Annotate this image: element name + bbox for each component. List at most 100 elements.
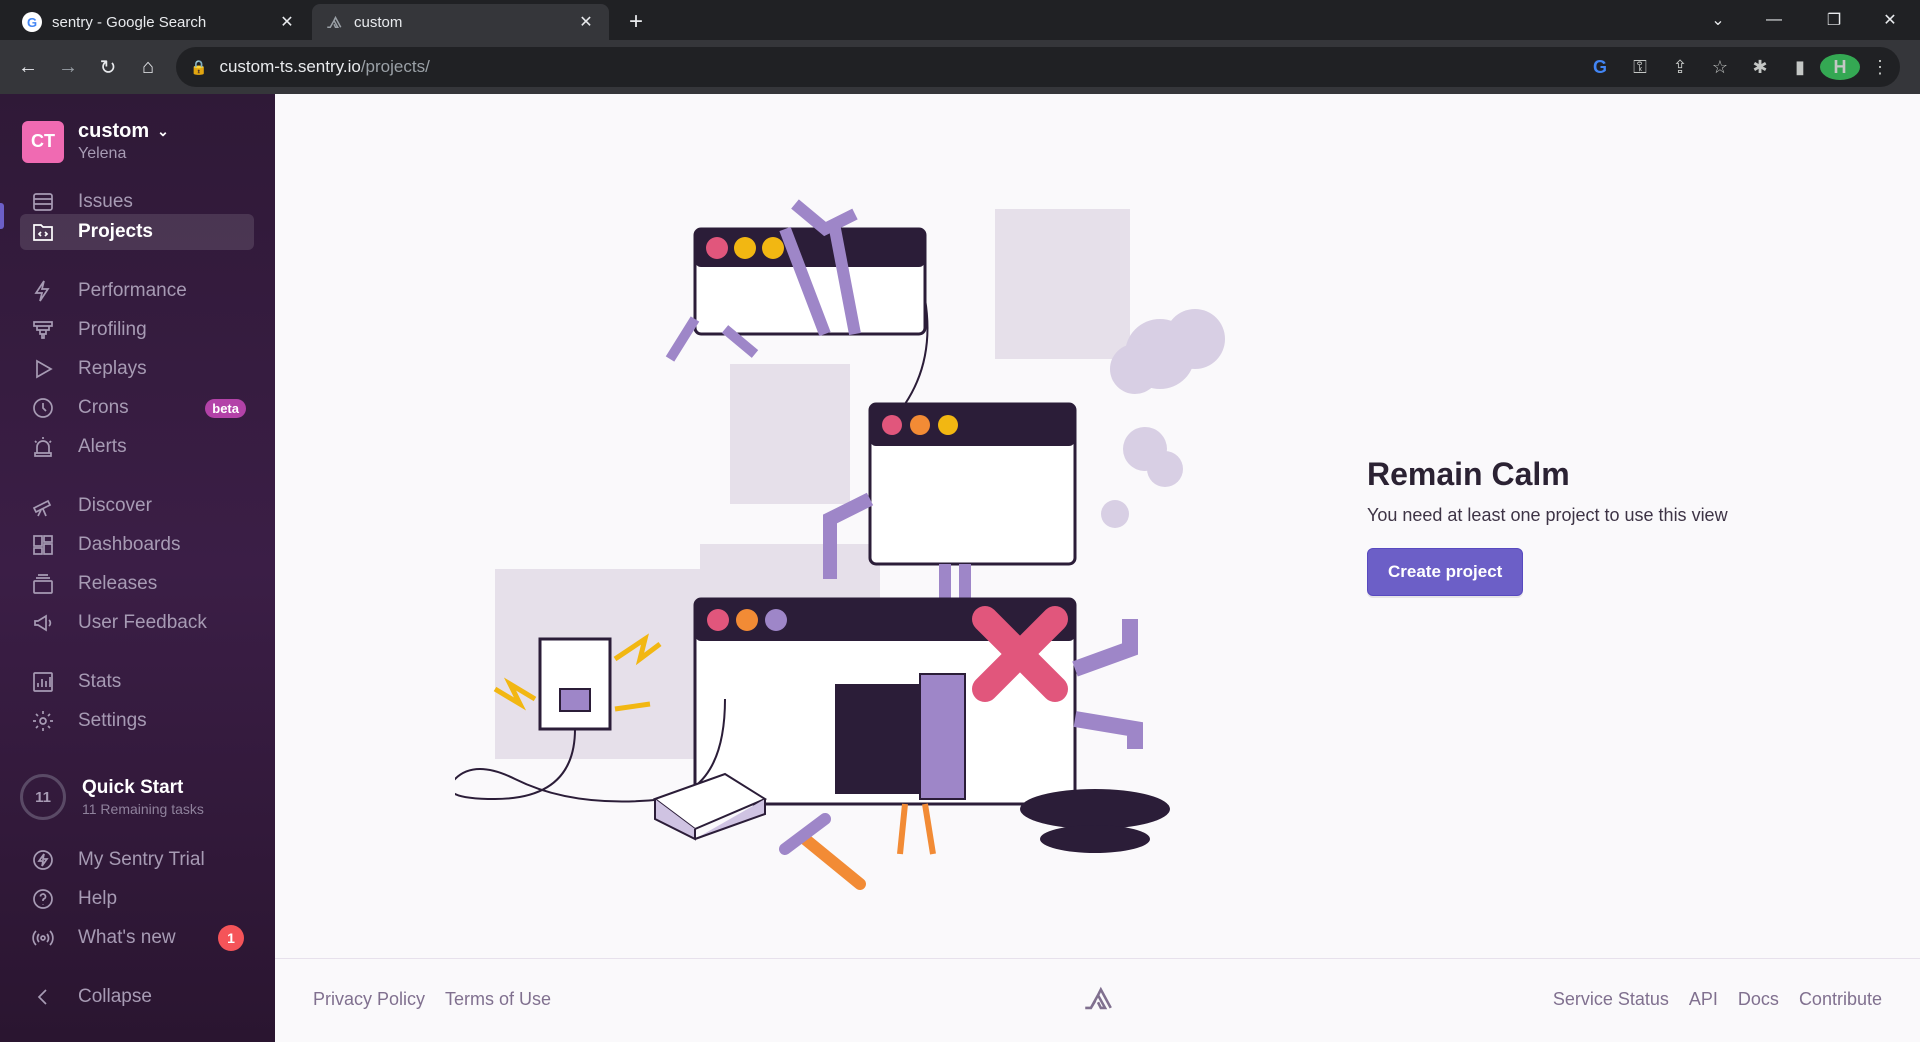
org-avatar: CT — [22, 120, 64, 163]
sidebar-item-profiling[interactable]: Profiling — [20, 312, 254, 348]
dashboard-icon — [30, 532, 56, 558]
sidebar-item-label: My Sentry Trial — [78, 849, 205, 870]
sidebar-item-settings[interactable]: Settings — [20, 703, 254, 739]
quick-start-progress: 11 — [20, 774, 66, 820]
docs-link[interactable]: Docs — [1738, 989, 1779, 1010]
siren-icon — [30, 434, 56, 460]
terms-link[interactable]: Terms of Use — [445, 989, 551, 1010]
sidebar-item-label: Alerts — [78, 436, 127, 457]
active-indicator — [0, 203, 4, 229]
sidebar-item-label: Replays — [78, 358, 147, 379]
sidebar-item-user-feedback[interactable]: User Feedback — [20, 605, 254, 641]
telescope-icon — [30, 493, 56, 519]
sidebar-item-performance[interactable]: Performance — [20, 273, 254, 309]
notification-count: 1 — [218, 925, 244, 951]
clock-history-icon — [30, 395, 56, 421]
key-icon[interactable]: ⚿ — [1620, 57, 1660, 78]
bookmark-star-icon[interactable]: ☆ — [1700, 57, 1740, 78]
chevron-down-icon: ⌄ — [157, 123, 169, 139]
sidebar-item-label: Profiling — [78, 319, 147, 340]
sidebar-item-whats-new[interactable]: What's new 1 — [20, 920, 254, 956]
side-panel-icon[interactable]: ▮ — [1780, 57, 1820, 78]
window-close-icon[interactable]: ✕ — [1862, 0, 1918, 40]
forward-icon[interactable]: → — [52, 51, 84, 83]
releases-icon — [30, 571, 56, 597]
org-name: custom — [78, 120, 150, 142]
sidebar-item-label: User Feedback — [78, 612, 207, 633]
api-link[interactable]: API — [1689, 989, 1718, 1010]
quick-start[interactable]: 11 Quick Start 11 Remaining tasks — [20, 774, 204, 820]
sidebar-item-label: Dashboards — [78, 534, 181, 555]
question-icon — [30, 886, 56, 912]
close-icon[interactable]: ✕ — [276, 11, 298, 33]
tab-custom[interactable]: custom ✕ — [312, 4, 609, 40]
tab-google-search[interactable]: G sentry - Google Search ✕ — [10, 4, 310, 40]
sidebar-item-projects[interactable]: Projects — [20, 214, 254, 250]
restore-icon[interactable]: ❐ — [1806, 0, 1862, 40]
quick-start-subtitle: 11 Remaining tasks — [82, 801, 204, 817]
sidebar-item-label: Discover — [78, 495, 152, 516]
bar-chart-icon — [30, 669, 56, 695]
footer: Privacy Policy Terms of Use Service Stat… — [275, 958, 1920, 1042]
sidebar-item-label: Help — [78, 888, 118, 909]
sidebar-item-alerts[interactable]: Alerts — [20, 429, 254, 465]
sidebar-item-label: Stats — [78, 671, 122, 692]
broadcast-icon — [30, 925, 56, 951]
sidebar-item-label: Performance — [78, 280, 187, 301]
sidebar-item-label: Crons — [78, 397, 129, 418]
sidebar-item-label: Projects — [78, 221, 153, 242]
tab-search-icon[interactable]: ⌄ — [1690, 0, 1746, 40]
service-status-link[interactable]: Service Status — [1553, 989, 1669, 1010]
sidebar-item-replays[interactable]: Replays — [20, 351, 254, 387]
quick-start-title: Quick Start — [82, 777, 184, 798]
url-path: /projects/ — [360, 57, 430, 76]
create-project-button[interactable]: Create project — [1367, 548, 1524, 596]
sidebar-item-label: Releases — [78, 573, 158, 594]
extensions-icon[interactable]: ✱ — [1740, 57, 1780, 78]
home-icon[interactable]: ⌂ — [132, 51, 164, 83]
sentry-logo-icon — [1085, 986, 1112, 1010]
chevron-left-icon — [30, 984, 56, 1010]
empty-state-message: You need at least one project to use thi… — [1367, 505, 1728, 525]
play-icon — [30, 356, 56, 382]
browser-toolbar: ← → ↻ ⌂ 🔒 custom-ts.sentry.io /projects/… — [0, 40, 1920, 94]
profile-initial: H — [1820, 54, 1860, 80]
sidebar-item-help[interactable]: Help — [20, 881, 254, 917]
sentry-icon — [324, 12, 344, 32]
browser-tab-bar: G sentry - Google Search ✕ custom ✕ + ⌄ … — [0, 0, 1920, 40]
sidebar-item-label: Collapse — [78, 986, 152, 1007]
address-bar[interactable]: 🔒 custom-ts.sentry.io /projects/ G ⚿ ⇪ ☆… — [176, 47, 1900, 87]
sidebar-item-label: What's new — [78, 927, 176, 948]
broken-robot-illustration — [455, 199, 1225, 890]
empty-state: Remain Calm You need at least one projec… — [1367, 456, 1728, 596]
more-menu-icon[interactable]: ⋮ — [1860, 57, 1900, 78]
sidebar-item-crons[interactable]: Crons beta — [20, 390, 254, 426]
new-tab-button[interactable]: + — [622, 8, 650, 36]
sidebar-item-stats[interactable]: Stats — [20, 664, 254, 700]
privacy-policy-link[interactable]: Privacy Policy — [313, 989, 425, 1010]
sidebar-item-label: Issues — [78, 191, 133, 212]
contribute-link[interactable]: Contribute — [1799, 989, 1882, 1010]
profiling-icon — [30, 317, 56, 343]
org-user: Yelena — [78, 145, 127, 162]
collapse-button[interactable]: Collapse — [20, 979, 254, 1015]
reload-icon[interactable]: ↻ — [92, 51, 124, 83]
sidebar-item-dashboards[interactable]: Dashboards — [20, 527, 254, 563]
sidebar-item-trial[interactable]: My Sentry Trial — [20, 842, 254, 878]
back-icon[interactable]: ← — [12, 51, 44, 83]
beta-badge: beta — [205, 398, 246, 418]
sidebar-item-discover[interactable]: Discover — [20, 488, 254, 524]
profile-avatar[interactable]: H — [1820, 54, 1860, 80]
lightning-icon — [30, 278, 56, 304]
sidebar-item-releases[interactable]: Releases — [20, 566, 254, 602]
tab-title: sentry - Google Search — [52, 13, 207, 31]
org-switcher[interactable]: CT custom ⌄ Yelena — [22, 120, 169, 163]
sidebar: CT custom ⌄ Yelena Issues Projects Perfor… — [0, 94, 275, 1042]
google-lens-icon[interactable]: G — [1580, 57, 1620, 78]
share-icon[interactable]: ⇪ — [1660, 57, 1700, 78]
url-host: custom-ts.sentry.io — [219, 57, 361, 76]
main-content: Remain Calm You need at least one projec… — [275, 94, 1920, 1042]
megaphone-icon — [30, 610, 56, 636]
minimize-icon[interactable]: — — [1746, 0, 1802, 40]
close-icon[interactable]: ✕ — [575, 11, 597, 33]
